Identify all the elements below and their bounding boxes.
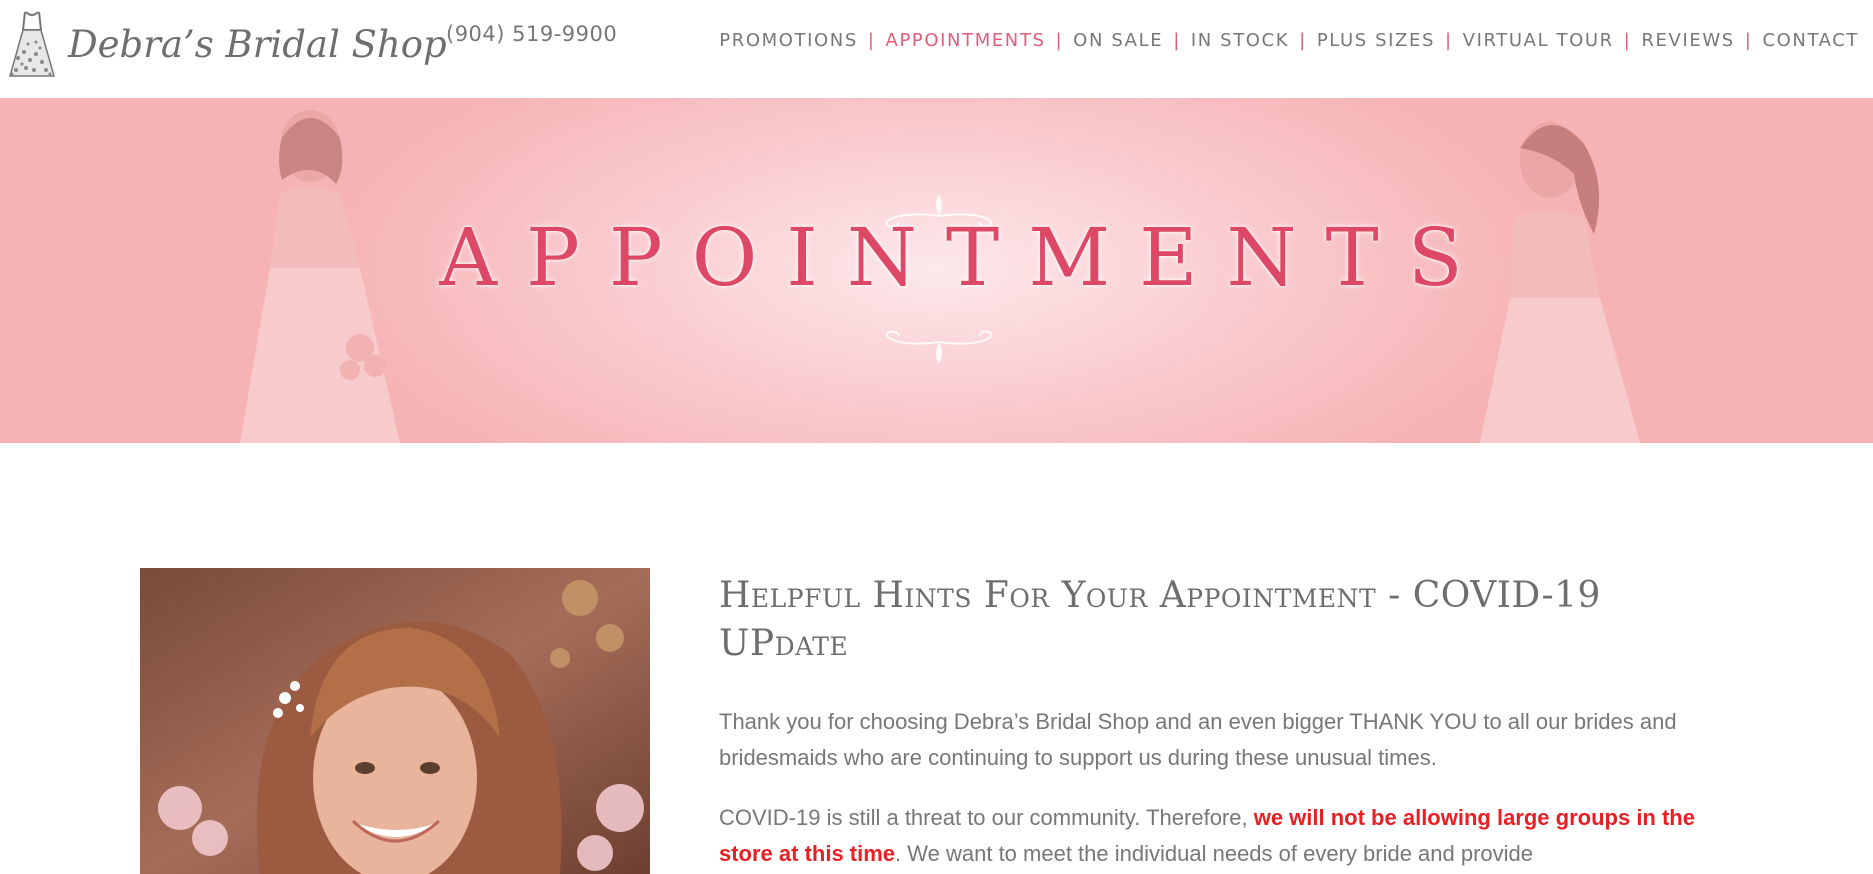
nav-item-on-sale[interactable]: ON SALE — [1073, 30, 1163, 51]
flourish-ornament-bottom — [885, 330, 993, 364]
nav-item-promotions[interactable]: PROMOTIONS — [719, 30, 858, 51]
nav-item-appointments[interactable]: APPOINTMENTS — [886, 30, 1046, 51]
nav-separator: | — [867, 30, 876, 51]
nav-item-contact[interactable]: CONTACT — [1762, 30, 1859, 51]
nav-separator: | — [1173, 30, 1181, 51]
covid-paragraph-text: COVID-19 is still a threat to our commun… — [719, 805, 1254, 830]
covid-paragraph-continued: . We want to meet the individual needs o… — [895, 841, 1534, 866]
hero-title: APPOINTMENTS — [439, 211, 1492, 304]
phone-number[interactable]: (904) 519-9900 — [446, 22, 617, 46]
covid-paragraph: COVID-19 is still a threat to our commun… — [719, 800, 1739, 872]
nav-separator: | — [1445, 30, 1453, 51]
main-nav: PROMOTIONS | APPOINTMENTS | ON SALE | IN… — [719, 30, 1859, 51]
bride-portrait-photo — [140, 568, 650, 874]
section-heading: Helpful Hints For Your Appointment - COV… — [719, 575, 1601, 664]
nav-item-reviews[interactable]: REVIEWS — [1641, 30, 1734, 51]
nav-separator: | — [1299, 30, 1307, 51]
hero-banner: APPOINTMENTS — [0, 98, 1873, 443]
nav-separator: | — [1055, 30, 1064, 51]
nav-item-in-stock[interactable]: IN STOCK — [1191, 30, 1289, 51]
appointment-hints-section: Helpful Hints For Your Appointment - COV… — [719, 572, 1739, 872]
nav-separator: | — [1623, 30, 1632, 51]
intro-paragraph: Thank you for choosing Debra’s Bridal Sh… — [719, 709, 1677, 770]
nav-separator: | — [1744, 30, 1753, 51]
site-header: Debra’s Bridal Shop (904) 519-9900 PROMO… — [0, 0, 1873, 98]
nav-item-virtual-tour[interactable]: VIRTUAL TOUR — [1463, 30, 1614, 51]
nav-item-plus-sizes[interactable]: PLUS SIZES — [1317, 30, 1435, 51]
wedding-dress-icon — [9, 11, 55, 77]
logo-text: Debra’s Bridal Shop — [68, 22, 447, 66]
site-logo[interactable]: Debra’s Bridal Shop — [6, 8, 447, 80]
